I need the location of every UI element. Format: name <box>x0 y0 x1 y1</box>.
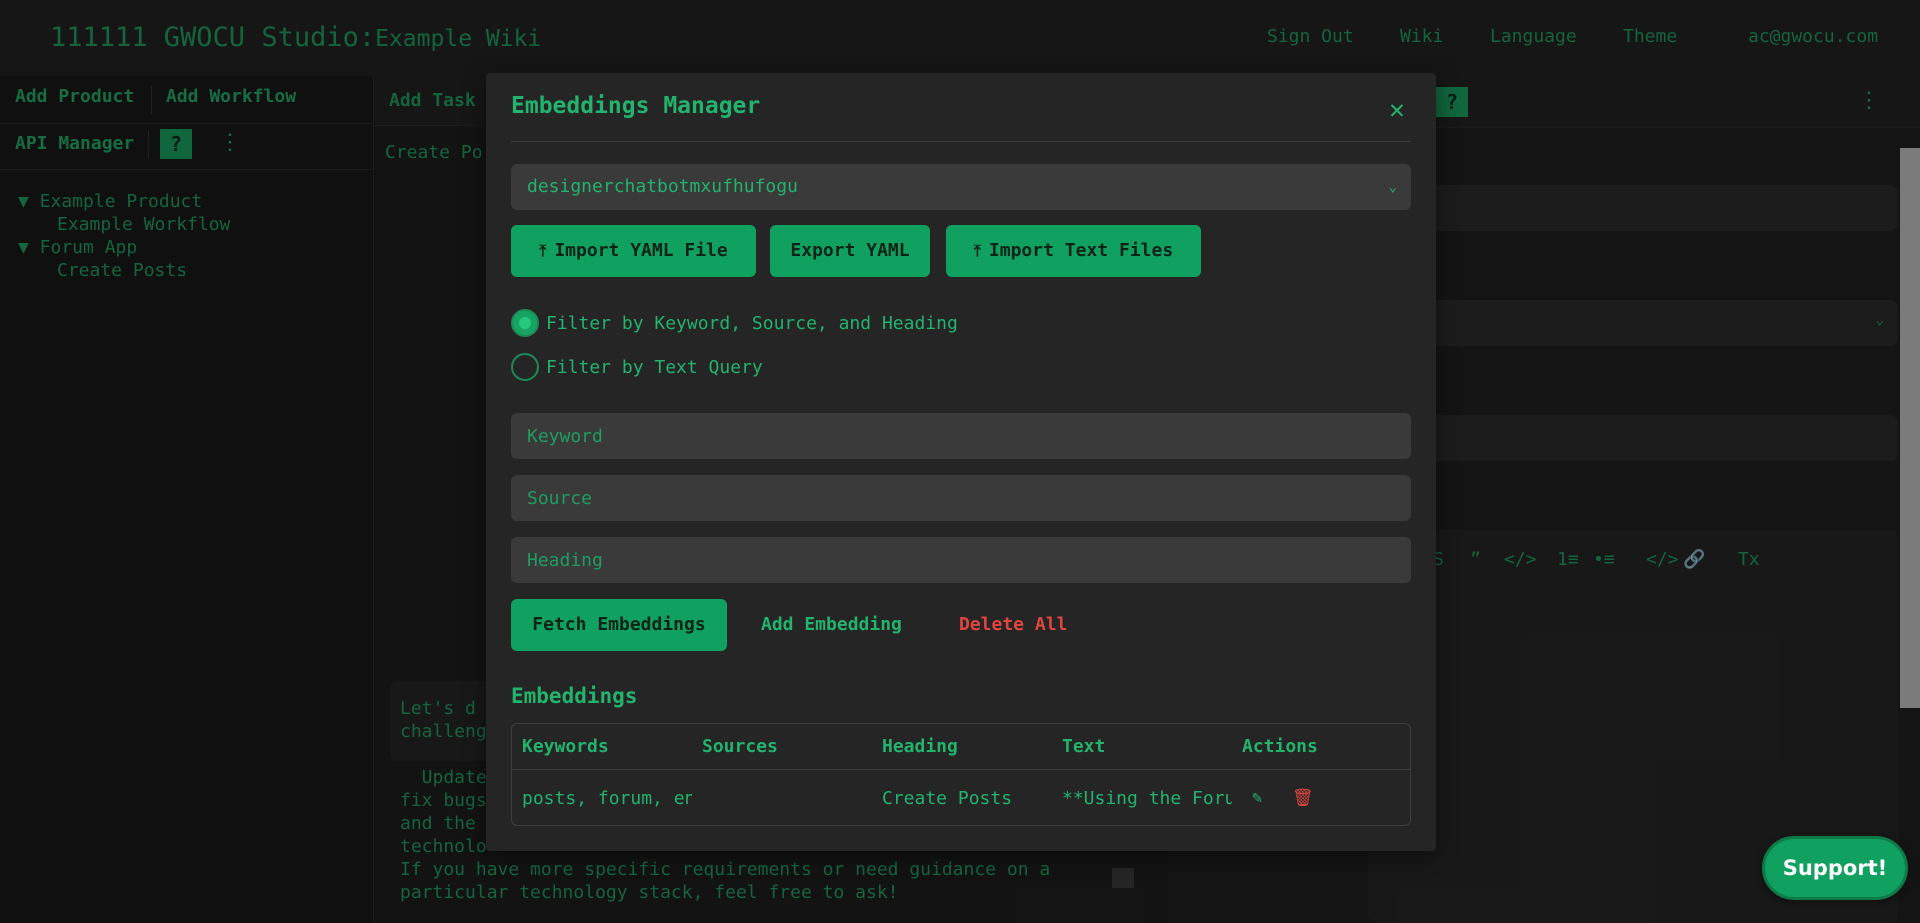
radio-filter-keyword-label[interactable]: Filter by Keyword, Source, and Heading <box>546 313 958 334</box>
source-input[interactable] <box>511 475 1411 521</box>
embeddings-table: Keywords Sources Heading Text Actions po… <box>511 723 1411 826</box>
column-header-text: Text <box>1062 736 1106 757</box>
upload-icon: ⤒ <box>973 241 981 260</box>
cell-sources <box>692 770 872 825</box>
cell-keywords: posts, forum, en <box>522 788 692 809</box>
support-button[interactable]: Support! <box>1762 836 1908 900</box>
column-header-keywords: Keywords <box>522 736 609 757</box>
column-header-actions: Actions <box>1242 736 1318 757</box>
dialog-title: Embeddings Manager <box>511 93 761 119</box>
trash-icon[interactable]: 🗑 <box>1292 770 1314 825</box>
add-embedding-button[interactable]: Add Embedding <box>761 599 902 651</box>
fetch-embeddings-button[interactable]: Fetch Embeddings <box>511 599 727 651</box>
embeddings-section-title: Embeddings <box>511 684 638 708</box>
import-text-files-label: Import Text Files <box>988 240 1174 261</box>
column-header-sources: Sources <box>702 736 778 757</box>
close-icon[interactable]: ✕ <box>1382 95 1412 125</box>
import-yaml-button[interactable]: ⤒ Import YAML File <box>511 225 756 277</box>
radio-filter-text-query[interactable] <box>511 353 539 381</box>
radio-filter-keyword[interactable] <box>511 309 539 337</box>
chevron-down-icon: ⌄ <box>1388 179 1397 195</box>
edit-icon[interactable]: ✎ <box>1252 770 1262 825</box>
keyword-input[interactable] <box>511 413 1411 459</box>
cell-heading: Create Posts <box>882 788 1013 809</box>
embeddings-manager-dialog: Embeddings Manager ✕ designerchatbotmxuf… <box>486 73 1436 851</box>
import-yaml-label: Import YAML File <box>554 240 728 261</box>
delete-all-button[interactable]: Delete All <box>959 599 1067 651</box>
export-yaml-button[interactable]: Export YAML <box>770 225 930 277</box>
chatbot-select[interactable]: designerchatbotmxufhufogu ⌄ <box>511 164 1411 210</box>
cell-text: **Using the Foru <box>1062 788 1232 809</box>
column-header-heading: Heading <box>882 736 958 757</box>
upload-icon: ⤒ <box>539 241 547 260</box>
import-text-files-button[interactable]: ⤒ Import Text Files <box>946 225 1201 277</box>
heading-input[interactable] <box>511 537 1411 583</box>
radio-filter-text-query-label[interactable]: Filter by Text Query <box>546 357 763 378</box>
chatbot-select-value: designerchatbotmxufhufogu <box>527 176 798 197</box>
divider <box>511 141 1411 142</box>
